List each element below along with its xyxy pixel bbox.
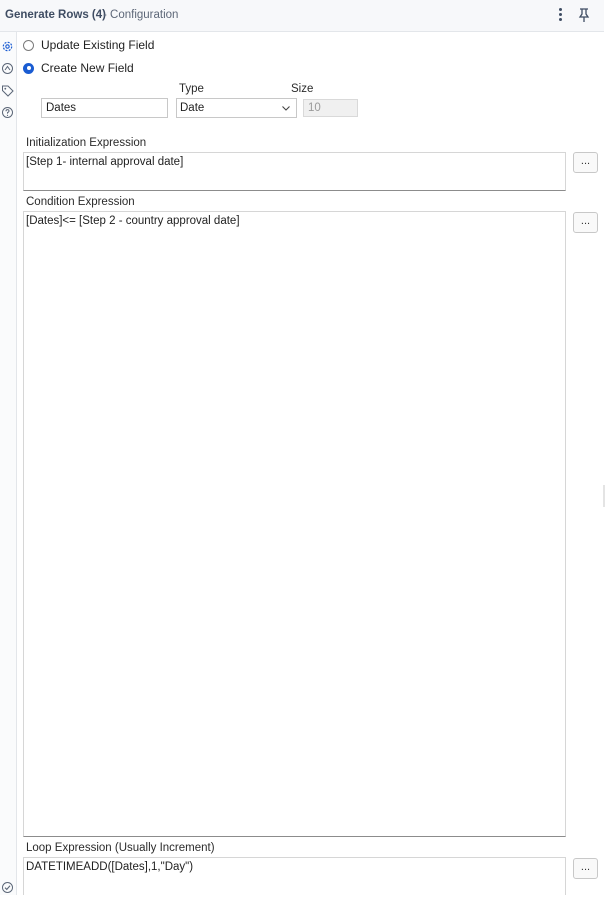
condition-expression-label: Condition Expression (26, 196, 135, 208)
chevron-down-icon (282, 106, 290, 111)
pin-icon[interactable] (576, 6, 592, 24)
condition-expression-editor[interactable]: [Dates]<= [Step 2 - country approval dat… (23, 211, 566, 837)
init-expression-builder-button[interactable]: ... (573, 152, 598, 173)
type-label: Type (179, 83, 204, 95)
update-existing-radio[interactable] (23, 39, 34, 51)
create-new-option[interactable]: Create New Field (23, 60, 134, 76)
gear-icon[interactable] (1, 40, 14, 53)
left-toolbar (0, 32, 17, 895)
field-name-input[interactable] (41, 98, 168, 118)
loop-expression-editor[interactable]: DATETIMEADD([Dates],1,"Day") (23, 857, 566, 895)
size-label: Size (291, 83, 314, 95)
tag-icon[interactable] (1, 84, 14, 97)
type-dropdown[interactable]: Date (176, 98, 297, 118)
loop-expression-builder-button[interactable]: ... (573, 858, 598, 879)
connection-icon[interactable] (1, 62, 14, 75)
update-existing-option[interactable]: Update Existing Field (23, 37, 154, 53)
loop-expression-label: Loop Expression (Usually Increment) (26, 842, 215, 854)
help-icon[interactable] (1, 106, 14, 119)
condition-expression-builder-button[interactable]: ... (573, 212, 598, 233)
size-field: 10 (303, 99, 358, 117)
panel-subtitle: - Configuration (103, 9, 179, 21)
check-circle-icon[interactable] (1, 881, 14, 894)
scrollbar-hint[interactable] (603, 485, 605, 507)
create-new-label: Create New Field (41, 61, 134, 75)
type-selected-value: Date (180, 102, 205, 114)
tool-title: Generate Rows (4) (5, 9, 106, 21)
init-expression-label: Initialization Expression (26, 137, 147, 149)
more-options-icon[interactable] (553, 6, 567, 24)
create-new-radio[interactable] (23, 62, 34, 74)
title-bar: Generate Rows (4) - Configuration (0, 0, 604, 32)
init-expression-editor[interactable]: [Step 1- internal approval date] (23, 152, 566, 191)
update-existing-label: Update Existing Field (41, 38, 155, 52)
